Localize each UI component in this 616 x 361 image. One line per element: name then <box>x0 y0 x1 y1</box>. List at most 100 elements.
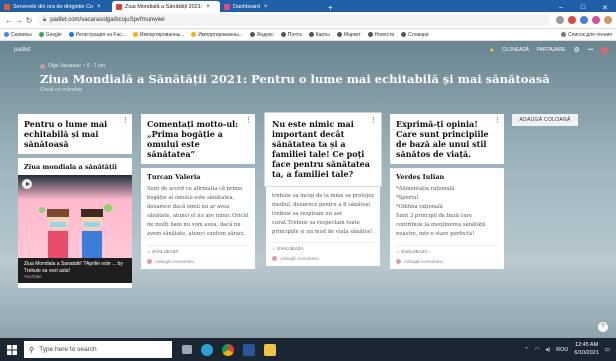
wifi-icon[interactable]: ◠ <box>535 347 540 353</box>
tab-close-icon[interactable]: × <box>97 4 101 10</box>
tab-close-icon[interactable]: × <box>206 4 210 10</box>
add-comment-field[interactable]: Adaugă comentariu <box>272 256 374 262</box>
column-3: Nu este nimic mai important decât sănăta… <box>266 114 380 267</box>
minimize-icon[interactable]: – <box>550 4 572 12</box>
video-thumbnail[interactable] <box>18 175 132 258</box>
browser-tab-1[interactable]: Serverele din ora de dirigintie Co × <box>0 1 112 12</box>
folder-icon <box>132 32 138 37</box>
comment-placeholder: Adaugă comentariu <box>280 256 320 262</box>
rate-button[interactable]: ☆ EVALUEAZĂ <box>147 244 249 255</box>
new-tab-button[interactable]: + <box>324 3 337 12</box>
clone-button[interactable]: CLONEAZĂ <box>502 47 529 53</box>
bookmark-label: Яндекс <box>256 31 274 38</box>
bookmark-item[interactable]: Маркет <box>336 31 361 38</box>
post-body: Sunt de acord cu afirmația că prima bogă… <box>147 186 249 238</box>
rate-button[interactable]: ☆ EVALUEAZĂ <box>396 244 498 255</box>
bookmark-item[interactable]: Словари <box>401 32 429 38</box>
bookmark-icon <box>38 32 44 37</box>
bookmark-label: Google <box>45 31 62 38</box>
bookmark-label: Маркет <box>343 31 361 38</box>
maximize-icon[interactable]: □ <box>572 4 594 12</box>
forward-icon[interactable]: → <box>14 16 24 25</box>
browser-tab-strip: Serverele din ora de dirigintie Co × Ziu… <box>0 0 616 12</box>
reading-list-button[interactable]: Список для чтения <box>561 32 612 38</box>
more-icon[interactable]: ••• <box>588 47 593 53</box>
windows-start-icon[interactable] <box>0 338 24 361</box>
help-button[interactable]: ? <box>598 322 608 332</box>
add-comment-field[interactable]: Adaugă comentariu <box>147 258 249 264</box>
tray-chevron-icon[interactable]: ⌃ <box>524 347 529 353</box>
post-card[interactable]: Țurcan Valeria Sunt de acord cu afirmați… <box>141 168 255 269</box>
extension-icon[interactable] <box>568 16 576 24</box>
extension-icon[interactable] <box>580 16 588 24</box>
share-button[interactable]: PARTAJARE <box>537 47 566 53</box>
close-window-icon[interactable]: ✕ <box>594 4 616 12</box>
column-header: Pentru o lume mai echitabilă și mai sănă… <box>18 114 132 154</box>
url-text: padlet.com/vacarasolga/bcojuSpvfmunwiwi <box>50 17 165 23</box>
column-4: Exprimă-ți opinia! Care sunt principiile… <box>390 114 504 269</box>
address-bar-row: ← → ↻ 🔒︎ padlet.com/vacarasolga/bcojuSpv… <box>0 12 616 29</box>
avatar[interactable] <box>601 46 608 54</box>
bookmark-icon <box>308 32 314 37</box>
extension-icon[interactable] <box>556 16 564 24</box>
post-card[interactable]: trebuie sa incep de la mine sa protejez … <box>266 187 380 267</box>
bookmark-item[interactable]: Яндекс <box>249 31 274 38</box>
extension-icon[interactable] <box>592 16 600 24</box>
settings-icon[interactable]: ⚙ <box>573 46 579 54</box>
browser-tab-2[interactable]: Ziua Mondială a Sănătății 2021: × <box>112 1 220 12</box>
bookmark-item[interactable]: Сервисы <box>4 32 32 38</box>
bookmark-item[interactable]: Импортированны... <box>132 32 184 38</box>
back-icon[interactable]: ← <box>4 16 14 25</box>
post-author: Țurcan Valeria <box>147 173 201 181</box>
search-icon: ⚲ <box>29 346 35 354</box>
bookmark-label: Сервисы <box>11 31 32 38</box>
rate-label: EVALUEAZĂ <box>152 248 179 254</box>
padlet-board: padlet ● CLONEAZĂ PARTAJARE ⚙ ••• Olga V… <box>0 41 616 338</box>
bookmark-item[interactable]: Новости <box>367 32 394 38</box>
bookmark-item[interactable]: Google <box>38 31 62 38</box>
padlet-logo[interactable]: padlet <box>14 47 30 53</box>
taskbar-search-input[interactable]: ⚲ Type here to search <box>24 341 172 358</box>
notifications-icon[interactable]: ▭ <box>605 347 610 353</box>
play-icon[interactable] <box>22 179 32 189</box>
post-body: trebuie sa incep de la mine sa protejez … <box>272 193 374 236</box>
clock[interactable]: 12:45 AM 6/10/2021 <box>574 342 598 356</box>
bookmark-item[interactable]: Карты <box>308 32 330 38</box>
file-explorer-icon[interactable] <box>264 343 276 356</box>
post-card[interactable]: Ziua mondiala a sănătății Ziua Mondiala … <box>18 158 132 288</box>
tab-close-icon[interactable]: × <box>264 4 268 10</box>
bookmark-item[interactable]: Почта <box>280 31 302 38</box>
url-input[interactable]: 🔒︎ padlet.com/vacarasolga/bcojuSpvfmunwi… <box>38 14 550 26</box>
column-menu-icon[interactable]: ⋮ <box>494 115 501 125</box>
bookmark-icon <box>68 32 74 37</box>
tab-favicon-icon <box>224 3 230 10</box>
post-card[interactable]: Verdeș Iulian *Alimentația rațională *Sp… <box>390 168 504 269</box>
task-view-icon[interactable] <box>182 345 192 354</box>
cartoon-people-illustration <box>39 204 112 258</box>
column-title: Nu este nimic mai important decât sănăta… <box>272 119 370 179</box>
column-menu-icon[interactable]: ⋮ <box>122 115 129 125</box>
tab-favicon-icon <box>4 3 10 10</box>
bookmark-item[interactable]: Импортированны... <box>191 32 243 38</box>
language-indicator[interactable]: ROU <box>556 347 568 353</box>
reload-icon[interactable]: ↻ <box>24 16 34 25</box>
add-comment-field[interactable]: Adaugă comentariu <box>396 258 498 264</box>
word-icon[interactable] <box>243 343 255 356</box>
profile-avatar-icon[interactable] <box>604 16 612 24</box>
heart-icon[interactable]: ● <box>490 47 494 54</box>
comment-avatar <box>396 258 401 264</box>
author-avatar <box>40 63 45 69</box>
column-menu-icon[interactable]: ⋮ <box>245 115 252 125</box>
volume-icon[interactable]: ◂) <box>546 347 551 353</box>
bookmark-label: Почта <box>287 31 302 38</box>
rate-label: EVALUEAZĂ <box>277 246 304 252</box>
browser-tab-3[interactable]: Dashboard × <box>220 1 324 12</box>
add-column-button[interactable]: ADAUGĂ COLOANĂ <box>512 114 578 126</box>
column-header: Exprimă-ți opinia! Care sunt principiile… <box>390 114 504 164</box>
bookmark-icon <box>336 32 342 37</box>
chrome-icon[interactable] <box>222 343 234 356</box>
column-menu-icon[interactable]: ⋮ <box>370 115 377 125</box>
edge-icon[interactable] <box>201 343 213 356</box>
bookmark-item[interactable]: Регистрация на Fac... <box>68 32 126 38</box>
rate-button[interactable]: ☆ EVALUEAZĂ <box>272 242 374 252</box>
